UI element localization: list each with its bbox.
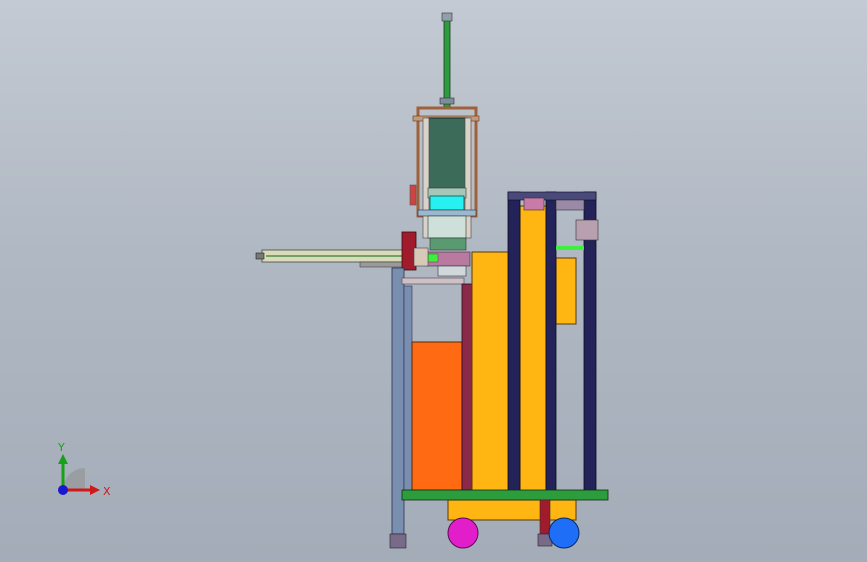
blue-wheel[interactable] [548,517,580,549]
vertical-rod[interactable] [439,12,455,109]
y-axis-head [58,454,68,464]
magenta-wheel[interactable] [447,517,479,549]
x-axis-label: X [103,485,111,498]
assembly-model[interactable] [0,0,867,562]
z-axis-dot [58,485,68,495]
graphics-viewport[interactable]: Y X [0,0,867,562]
side-arm[interactable] [255,231,429,271]
x-axis-head [90,485,100,495]
y-axis-label: Y [57,441,65,454]
orange-panel[interactable] [411,283,475,491]
coordinate-triad: Y X [57,441,111,498]
